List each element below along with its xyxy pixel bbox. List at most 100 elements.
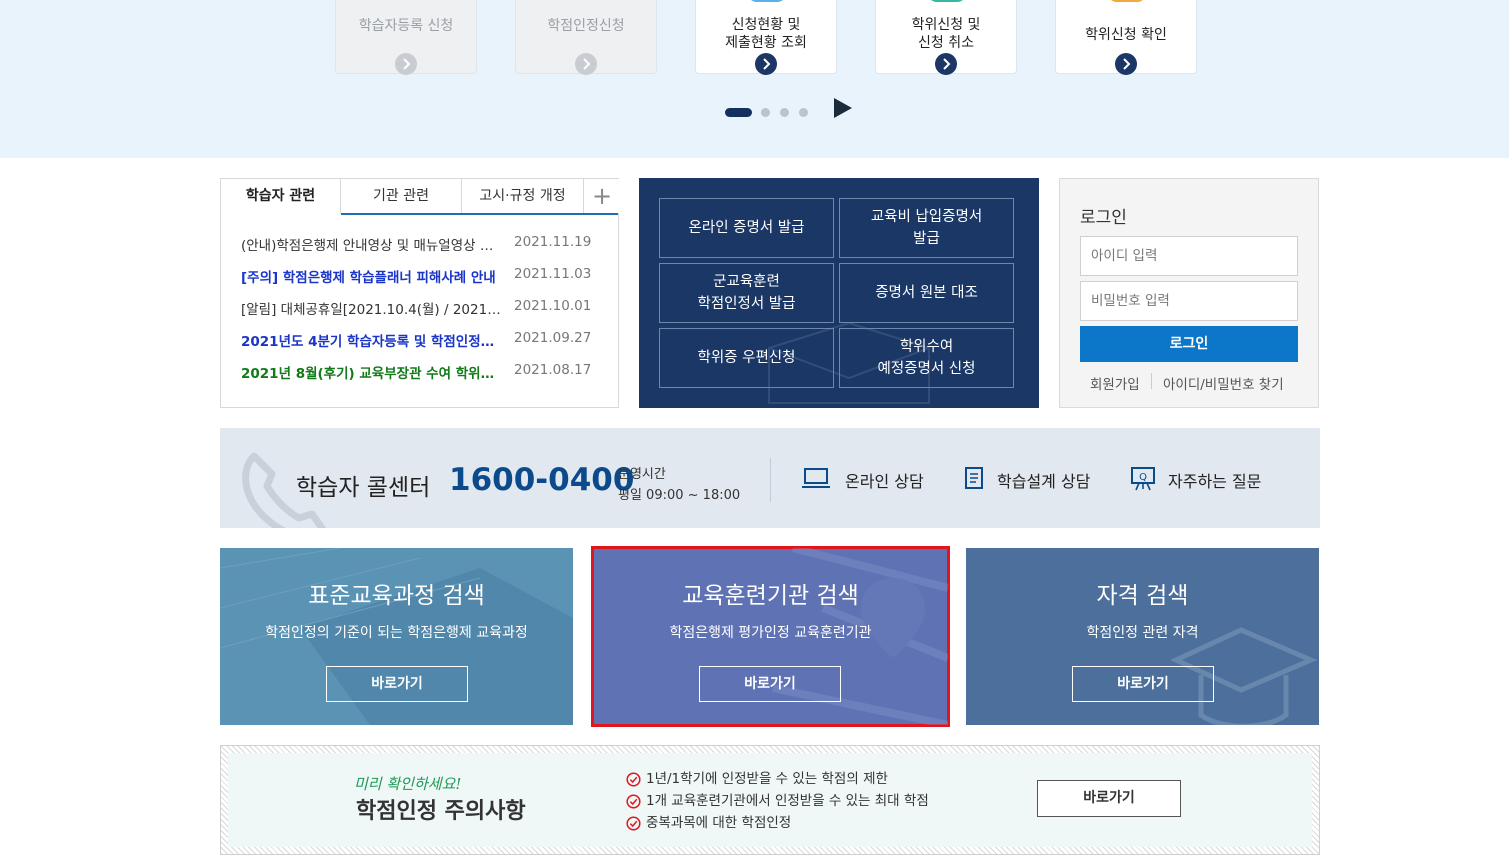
carousel-dot-2[interactable]: [761, 108, 770, 117]
check-circle-icon: [626, 794, 641, 809]
caution-go-button[interactable]: 바로가기: [1037, 780, 1181, 817]
notice-item[interactable]: 2021년 8월(후기) 교육부장관 수여 학위취득 안내 2021.08.17: [241, 362, 601, 382]
hours-label: 운영시간: [618, 467, 666, 482]
certificate-panel: 온라인 증명서 발급 교육비 납입증명서 발급 군교육훈련 학점인정서 발급 증…: [639, 178, 1039, 408]
callcenter-title: 학습자 콜센터: [296, 475, 431, 501]
degree-mail-button[interactable]: 학위증 우편신청: [659, 328, 834, 388]
quick-card-learner-registration[interactable]: 학습자등록 신청: [335, 0, 477, 75]
training-institution-search[interactable]: 교육훈련기관 검색 학점은행제 평가인정 교육훈련기관 바로가기: [591, 546, 950, 727]
notice-date: 2021.09.27: [514, 330, 592, 346]
quick-card-degree-apply-cancel[interactable]: 학위신청 및 신청 취소: [875, 0, 1017, 75]
divider: [770, 458, 771, 502]
notice-date: 2021.11.03: [514, 266, 592, 282]
notice-item[interactable]: 2021년도 4분기 학습자등록 및 학점인정신청 안내 2021.09.27: [241, 330, 601, 350]
promo-subtitle: 학점은행제 평가인정 교육훈련기관: [669, 625, 872, 641]
id-input[interactable]: 아이디 입력: [1080, 236, 1298, 276]
caution-item: 1년/1학기에 인정받을 수 있는 학점의 제한: [626, 769, 929, 791]
carousel-dot-4[interactable]: [799, 108, 808, 117]
link-label: 온라인 상담: [845, 472, 924, 491]
arrow-right-icon[interactable]: [1115, 53, 1137, 75]
quick-card-status-inquiry[interactable]: 신청현황 및 제출현황 조회: [695, 0, 837, 75]
military-certificate-button[interactable]: 군교육훈련 학점인정서 발급: [659, 263, 834, 323]
link-label: 자주하는 질문: [1168, 472, 1262, 491]
credit-caution-banner: 미리 확인하세요! 학점인정 주의사항 1년/1학기에 인정받을 수 있는 학점…: [220, 745, 1320, 855]
link-label: 학습설계 상담: [997, 472, 1091, 491]
carousel-dot-3[interactable]: [780, 108, 789, 117]
go-button[interactable]: 바로가기: [1072, 666, 1214, 702]
quick-card-label: 학습자등록 신청: [358, 18, 454, 34]
go-button[interactable]: 바로가기: [326, 666, 468, 702]
arrow-right-icon[interactable]: [755, 53, 777, 75]
promo-title: 교육훈련기관 검색: [682, 583, 859, 609]
degree-expected-certificate-button[interactable]: 학위수여 예정증명서 신청: [839, 328, 1014, 388]
arrow-right-icon[interactable]: [935, 53, 957, 75]
login-button[interactable]: 로그인: [1080, 326, 1298, 362]
go-button[interactable]: 바로가기: [699, 666, 841, 702]
divider: [1151, 373, 1152, 389]
caution-list: 1년/1학기에 인정받을 수 있는 학점의 제한 1개 교육훈련기관에서 인정받…: [626, 769, 929, 835]
tuition-certificate-button[interactable]: 교육비 납입증명서 발급: [839, 198, 1014, 258]
caution-item: 중복과목에 대한 학점인정: [626, 813, 929, 835]
more-plus-icon[interactable]: +: [584, 179, 620, 213]
card-accent: [927, 0, 967, 2]
caution-text: 1년/1학기에 인정받을 수 있는 학점의 제한: [646, 771, 888, 787]
promo-title: 자격 검색: [1096, 583, 1189, 609]
qualification-search[interactable]: 자격 검색 학점인정 관련 자격 바로가기: [966, 548, 1319, 725]
quick-card-label: 학점인정신청: [547, 18, 625, 34]
quick-card-label: 학위신청 및 신청 취소: [911, 17, 981, 51]
caution-title: 학점인정 주의사항: [356, 799, 526, 824]
notice-title[interactable]: [주의] 학점은행제 학습플래너 피해사례 안내: [241, 266, 503, 286]
notice-item[interactable]: [주의] 학점은행제 학습플래너 피해사례 안내 2021.11.03: [241, 266, 601, 286]
login-title: 로그인: [1080, 208, 1127, 228]
notice-title[interactable]: (안내)학점은행제 안내영상 및 매뉴얼영상 안내: [241, 234, 503, 254]
notice-board: 학습자 관련 기관 관련 고시·규정 개정 + (안내)학점은행제 안내영상 및…: [220, 178, 620, 408]
notice-item[interactable]: [알림] 대체공휴일[2021.10.4(월) / 2021.10.11(월)]…: [241, 298, 601, 318]
faq-board-icon: Q: [1131, 467, 1155, 491]
tab-learner[interactable]: 학습자 관련: [221, 179, 341, 215]
promo-subtitle: 학점인정의 기준이 되는 학점은행제 교육과정: [265, 625, 528, 641]
check-circle-icon: [626, 772, 641, 787]
caution-text: 중복과목에 대한 학점인정: [646, 815, 792, 831]
login-box: 로그인 아이디 입력 비밀번호 입력 로그인 회원가입 아이디/비밀번호 찾기: [1059, 178, 1319, 408]
caution-item: 1개 교육훈련기관에서 인정받을 수 있는 최대 학점: [626, 791, 929, 813]
caution-text: 1개 교육훈련기관에서 인정받을 수 있는 최대 학점: [646, 793, 929, 809]
svg-text:Q: Q: [1139, 472, 1147, 483]
notice-date: 2021.10.01: [514, 298, 592, 314]
notice-title[interactable]: [알림] 대체공휴일[2021.10.4(월) / 2021.10.11(월)]…: [241, 298, 503, 318]
notice-item[interactable]: (안내)학점은행제 안내영상 및 매뉴얼영상 안내 2021.11.19: [241, 234, 601, 254]
quick-card-label: 학위신청 확인: [1085, 27, 1167, 43]
tab-institution[interactable]: 기관 관련: [341, 179, 462, 213]
callcenter-number: 1600-0400: [449, 462, 635, 498]
callcenter-bar: 학습자 콜센터 1600-0400 운영시간 평일 09:00 ~ 18:00 …: [220, 428, 1320, 528]
notice-date: 2021.08.17: [514, 362, 592, 378]
promo-title: 표준교육과정 검색: [308, 583, 485, 609]
notice-title[interactable]: 2021년도 4분기 학습자등록 및 학점인정신청 안내: [241, 330, 503, 350]
password-input[interactable]: 비밀번호 입력: [1080, 281, 1298, 321]
card-accent: [747, 0, 787, 2]
notice-tabs: 학습자 관련 기관 관련 고시·규정 개정 +: [221, 179, 620, 215]
signup-link[interactable]: 회원가입: [1090, 373, 1140, 393]
quick-card-degree-confirm[interactable]: 학위신청 확인: [1055, 0, 1197, 75]
document-icon: [965, 467, 983, 489]
quick-card-label: 신청현황 및 제출현황 조회: [725, 17, 807, 51]
arrow-right-icon[interactable]: [395, 53, 417, 75]
caution-inner: 미리 확인하세요! 학점인정 주의사항 1년/1학기에 인정받을 수 있는 학점…: [228, 753, 1312, 847]
promo-subtitle: 학점인정 관련 자격: [1086, 625, 1199, 641]
notice-title[interactable]: 2021년 8월(후기) 교육부장관 수여 학위취득 안내: [241, 362, 503, 382]
find-account-link[interactable]: 아이디/비밀번호 찾기: [1163, 373, 1284, 393]
certificate-verify-button[interactable]: 증명서 원본 대조: [839, 263, 1014, 323]
carousel-dot-1[interactable]: [725, 108, 752, 117]
play-icon[interactable]: [833, 98, 853, 118]
notice-date: 2021.11.19: [514, 234, 592, 250]
laptop-icon: [802, 468, 830, 488]
check-circle-icon: [626, 816, 641, 831]
quick-card-credit-recognition[interactable]: 학점인정신청: [515, 0, 657, 75]
quick-menu-section: 학습자등록 신청 학점인정신청 신청현황 및 제출현황 조회 학위신청 및 신청…: [0, 0, 1509, 158]
caution-eyebrow: 미리 확인하세요!: [354, 775, 462, 793]
hours-value: 평일 09:00 ~ 18:00: [618, 488, 741, 503]
card-accent: [1107, 0, 1147, 2]
tab-regulations[interactable]: 고시·규정 개정: [462, 179, 584, 213]
standard-curriculum-search[interactable]: 표준교육과정 검색 학점인정의 기준이 되는 학점은행제 교육과정 바로가기: [220, 548, 573, 725]
arrow-right-icon[interactable]: [575, 53, 597, 75]
online-certificate-button[interactable]: 온라인 증명서 발급: [659, 198, 834, 258]
